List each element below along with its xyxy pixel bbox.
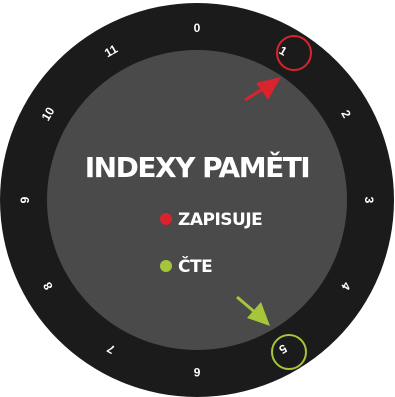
dial-number-6: 6	[193, 365, 200, 379]
diagram-title: INDEXY PAMĚTI	[85, 150, 309, 184]
read-legend-label: ČTE	[178, 255, 212, 277]
inner-disc	[47, 50, 347, 350]
write-legend-label: ZAPISUJE	[178, 210, 262, 230]
memory-index-dial: 01234567891011 INDEXY PAMĚTI ZAPISUJE ČT…	[0, 3, 394, 397]
dial-number-0: 0	[194, 21, 201, 35]
dial-number-3: 3	[362, 197, 376, 204]
write-legend-dot	[160, 213, 172, 225]
read-legend-dot	[160, 260, 172, 272]
dial-number-9: 9	[18, 196, 32, 203]
